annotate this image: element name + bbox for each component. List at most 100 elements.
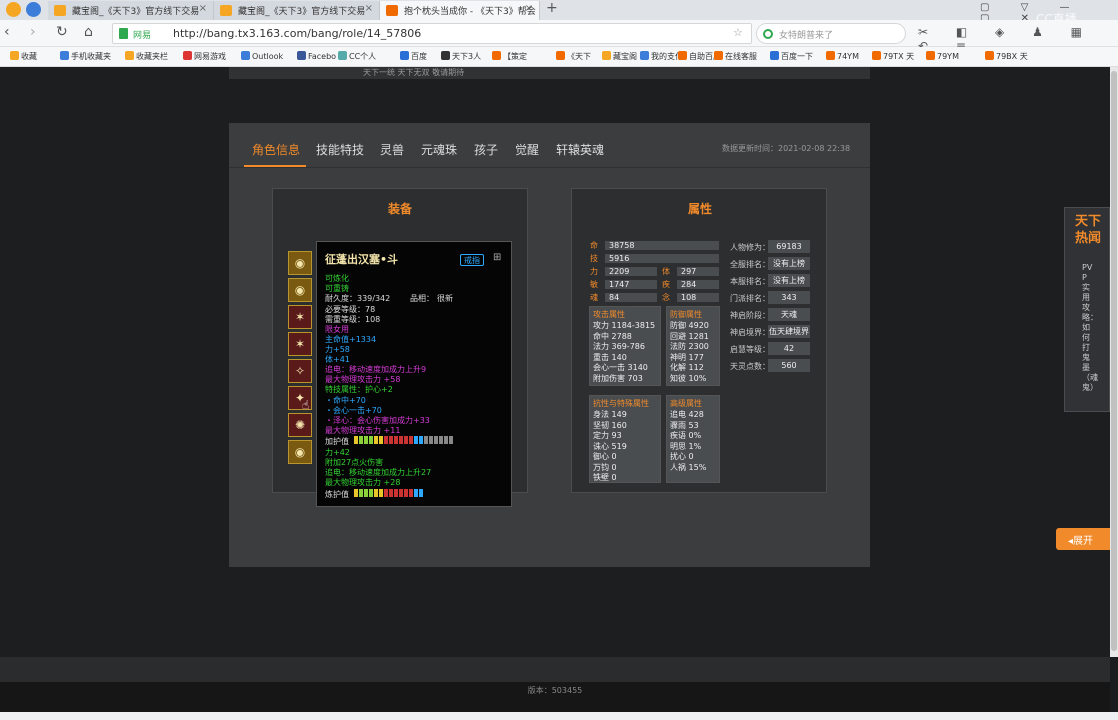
bookmark-item[interactable]: CC个人 xyxy=(338,51,376,62)
top-hint-text: 天下一统 天下无双 敬请期待 xyxy=(363,68,465,77)
close-tab-icon[interactable]: × xyxy=(365,3,373,14)
gem-cell xyxy=(394,489,398,497)
bookmark-item[interactable]: 百度一下 xyxy=(770,51,813,62)
gem-cell xyxy=(434,436,438,444)
gem-cell xyxy=(414,489,418,497)
url-text[interactable]: http://bang.tx3.163.com/bang/role/14_578… xyxy=(173,27,421,40)
defense-row: 知彼 10% xyxy=(670,373,707,383)
stat-label: 技 xyxy=(590,254,598,263)
page-scrollbar[interactable] xyxy=(1110,67,1118,657)
stat-label: 念 xyxy=(662,293,670,302)
bookmark-star-icon[interactable]: ☆ xyxy=(733,26,743,39)
browser-tab[interactable]: 藏宝阁_《天下3》官方线下交易 × xyxy=(214,1,380,20)
equipment-slot[interactable]: ◉ xyxy=(288,278,312,302)
rank-label: 启慧等级： xyxy=(730,345,770,354)
attributes-title: 属性 xyxy=(688,202,713,216)
bookmark-item[interactable]: 收藏夹栏 xyxy=(125,51,168,62)
equipment-slot[interactable]: ✶ xyxy=(288,332,312,356)
bookmark-item[interactable]: 74YM xyxy=(826,51,859,61)
news-sidebar[interactable]: 天下热闻 PVP实用攻略：如何打鬼墨（魂鬼） xyxy=(1064,207,1110,412)
bookmark-item[interactable]: 我的支付 xyxy=(640,51,683,62)
refresh-icon[interactable]: ↻ xyxy=(56,24,68,40)
bookmark-favicon-icon xyxy=(10,51,19,60)
version-text: 版本：503455 xyxy=(527,686,583,695)
gem-cell xyxy=(374,436,378,444)
bookmark-item[interactable]: 百度 xyxy=(400,51,427,62)
attack-row: 法力 369-786 xyxy=(593,342,645,351)
bookmark-item[interactable]: 79TX 天 xyxy=(872,51,914,62)
back-icon[interactable]: ‹ xyxy=(4,24,10,40)
gem-cell xyxy=(409,489,413,497)
equipment-slot[interactable]: ✶ xyxy=(288,305,312,329)
close-tab-icon[interactable]: × xyxy=(199,3,207,14)
compass-icon[interactable] xyxy=(26,2,41,17)
equipment-item-icon: ✶ xyxy=(294,337,306,351)
close-tab-icon[interactable]: × xyxy=(525,3,533,14)
stat-value: 1747 xyxy=(605,280,657,289)
tab-0[interactable]: 角色信息 xyxy=(252,141,300,158)
stat-value: 297 xyxy=(677,267,719,276)
stat-label: 敏 xyxy=(590,280,598,289)
bookmark-label: 79BX 天 xyxy=(996,52,1028,61)
stat-value: 38758 xyxy=(605,241,719,250)
gem-cell xyxy=(389,436,393,444)
resist-row: 诛心 519 xyxy=(593,441,627,451)
bookmark-item[interactable]: 网易游戏 xyxy=(183,51,226,62)
browser-tab-active[interactable]: 抱个枕头当成你 - 《天下3》帮会 × xyxy=(380,1,540,20)
bookmark-item[interactable]: Facebo xyxy=(297,51,336,61)
bookmark-label: 收藏 xyxy=(21,52,37,61)
stat-value: 5916 xyxy=(605,254,719,263)
bookmark-item[interactable]: 收藏 xyxy=(10,51,37,62)
home-icon[interactable]: ⌂ xyxy=(84,24,93,40)
new-tab-button[interactable]: + xyxy=(546,0,558,16)
grade-value: 很新 xyxy=(437,294,453,303)
tooltip-line: 加护值 xyxy=(325,437,349,446)
gem-cell xyxy=(384,436,388,444)
bookmark-item[interactable]: 天下3人 xyxy=(441,51,481,62)
bookmark-label: 天下3人 xyxy=(452,52,482,61)
equipment-slot[interactable]: ◉ xyxy=(288,251,312,275)
item-type-badge[interactable]: 戒指 xyxy=(460,254,484,266)
tab-5[interactable]: 觉醒 xyxy=(515,141,539,158)
cart-icon[interactable]: ⊞ xyxy=(493,252,501,263)
bookmark-item[interactable]: 79YM xyxy=(926,51,959,61)
tab-3[interactable]: 元魂珠 xyxy=(421,141,457,158)
address-bar[interactable]: 网易 http://bang.tx3.163.com/bang/role/14_… xyxy=(112,23,752,44)
bookmark-label: 79TX 天 xyxy=(883,52,915,61)
stat-label: 疾 xyxy=(662,280,670,289)
bookmark-favicon-icon xyxy=(241,51,250,60)
bookmark-favicon-icon xyxy=(872,51,881,60)
gem-cell xyxy=(364,436,368,444)
tab-6[interactable]: 轩辕英魂 xyxy=(556,141,604,158)
rank-label: 本服排名： xyxy=(730,277,770,286)
forward-icon[interactable]: › xyxy=(30,24,36,40)
expand-button[interactable]: ◂展开 xyxy=(1056,528,1110,550)
equipment-slot[interactable]: ◉ xyxy=(288,440,312,464)
bookmark-item[interactable]: 藏宝阁 xyxy=(602,51,637,62)
scrollbar-thumb[interactable] xyxy=(1111,71,1117,651)
bookmark-favicon-icon xyxy=(640,51,649,60)
browser-tab[interactable]: 藏宝阁_《天下3》官方线下交易 × xyxy=(48,1,214,20)
defense-row: 神明 177 xyxy=(670,352,704,362)
rank-value: 伍天肆境界 xyxy=(768,325,810,338)
news-text[interactable]: PVP实用攻略：如何打鬼墨（魂鬼） xyxy=(1082,263,1098,393)
bookmark-item[interactable]: Outlook xyxy=(241,51,283,61)
stat-value: 108 xyxy=(677,293,719,302)
equipment-slot[interactable]: ✺ xyxy=(288,413,312,437)
bookmark-item[interactable]: 手机收藏夹 xyxy=(60,51,111,62)
bookmark-item[interactable]: 《天下 xyxy=(556,51,591,62)
equipment-slot[interactable]: ✧ xyxy=(288,359,312,383)
search-input[interactable]: 女特朗普来了 xyxy=(756,23,906,44)
defense-row: 法防 2300 xyxy=(670,342,709,351)
bookmark-item[interactable]: 【策定 xyxy=(492,51,527,62)
update-time: 数据更新时间：2021-02-08 22:38 xyxy=(722,144,851,153)
tab-1[interactable]: 技能特技 xyxy=(316,141,364,158)
bookmark-item[interactable]: 在线客服 xyxy=(714,51,757,62)
tab-2[interactable]: 灵兽 xyxy=(380,141,404,158)
tab-4[interactable]: 孩子 xyxy=(474,141,498,158)
bookmark-label: 《天下 xyxy=(567,52,591,61)
bookmark-item[interactable]: 79BX 天 xyxy=(985,51,1028,62)
rank-value: 天魂 xyxy=(768,308,810,321)
bookmark-label: 79YM xyxy=(937,52,959,61)
browser-logo-icon[interactable] xyxy=(6,2,21,17)
